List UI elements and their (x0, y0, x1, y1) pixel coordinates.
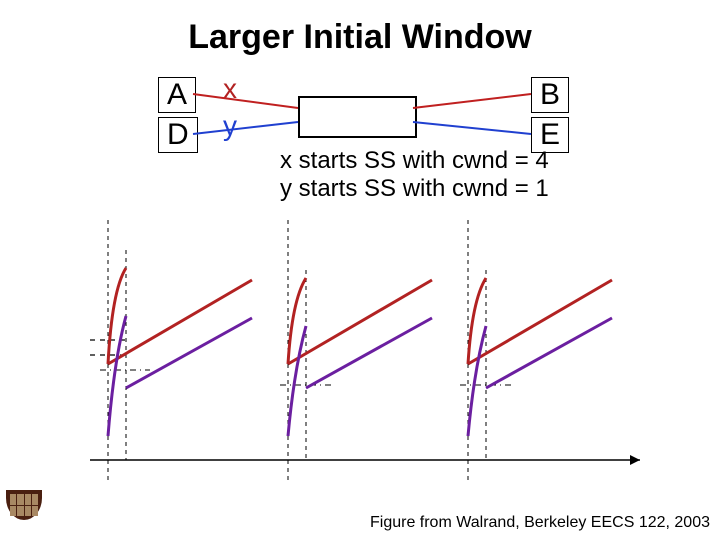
figure-credit: Figure from Walrand, Berkeley EECS 122, … (370, 514, 710, 532)
caption-y: y starts SS with cwnd = 1 (280, 176, 549, 202)
caption-x: x starts SS with cwnd = 4 (280, 148, 549, 174)
cwnd-plot (70, 210, 650, 490)
brown-crest-icon (6, 490, 42, 534)
